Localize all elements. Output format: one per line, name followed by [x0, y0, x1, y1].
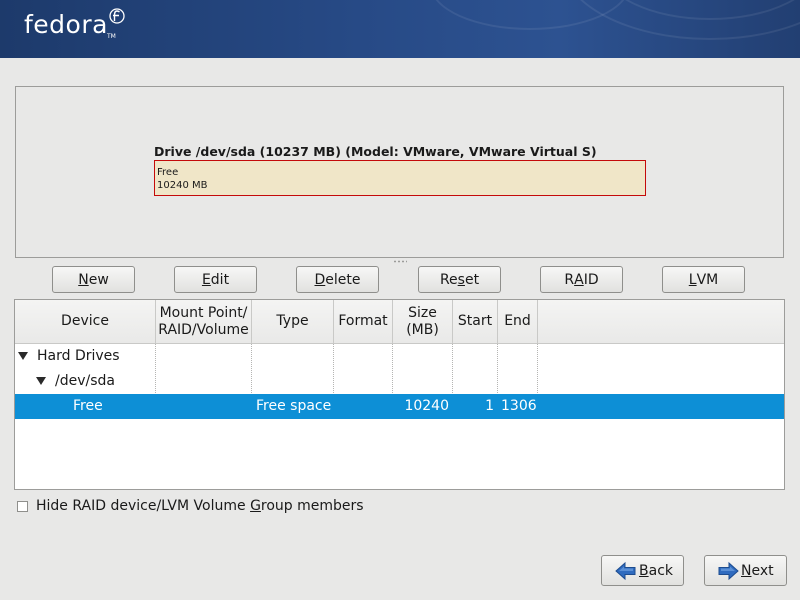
- reset-label-pre: Re: [439, 271, 458, 288]
- new-mnemonic: N: [78, 271, 89, 288]
- raid-mnemonic: A: [574, 271, 584, 288]
- lvm-button[interactable]: L VM: [662, 266, 745, 293]
- hide-label-pre: Hide RAID device/LVM Volume: [36, 498, 251, 514]
- delete-label-post: elete: [325, 271, 361, 288]
- hide-mnemonic: G: [250, 498, 261, 514]
- column-header-device[interactable]: Device: [15, 300, 156, 343]
- size-cell: 10240: [404, 398, 449, 414]
- tree-row-free-space[interactable]: Free Free space 10240 1 1306: [15, 394, 784, 419]
- fedora-infinity-icon: [109, 8, 125, 24]
- column-header-start[interactable]: Start: [453, 300, 498, 343]
- next-mnemonic: N: [741, 562, 752, 579]
- hide-label-post: roup members: [260, 498, 364, 514]
- new-label-post: ew: [88, 271, 109, 288]
- fedora-logo: fedora: [24, 10, 108, 39]
- header-size-line2: (MB): [406, 321, 439, 338]
- reset-button[interactable]: Re s et: [418, 266, 501, 293]
- edit-label-post: dit: [210, 271, 230, 288]
- tree-row-hard-drives[interactable]: Hard Drives: [15, 344, 784, 369]
- drive-title: Drive /dev/sda (10237 MB) (Model: VMware…: [154, 144, 597, 159]
- back-label: ack: [648, 562, 673, 579]
- hide-raid-lvm-option[interactable]: Hide RAID device/LVM Volume Group member…: [17, 497, 364, 515]
- header-size-line1: Size: [408, 304, 437, 321]
- left-arrow-icon: [615, 561, 636, 580]
- header-end-label: End: [504, 313, 531, 329]
- trademark: TM: [107, 33, 116, 40]
- tree-row-dev-sda[interactable]: /dev/sda: [15, 369, 784, 394]
- delete-button[interactable]: Delete: [296, 266, 379, 293]
- column-header-type[interactable]: Type: [252, 300, 334, 343]
- free-space-segment[interactable]: Free 10240 MB: [154, 160, 646, 196]
- column-header-mount-point[interactable]: Mount Point/ RAID/Volume: [156, 300, 252, 343]
- column-header-format[interactable]: Format: [334, 300, 393, 343]
- header-mount-line1: Mount Point/: [159, 304, 248, 321]
- header-mount-line2: RAID/Volume: [158, 321, 249, 338]
- pane-resize-grip[interactable]: [393, 260, 407, 263]
- expander-open-icon[interactable]: [18, 352, 28, 360]
- segment-label: Free: [157, 167, 179, 178]
- header-device-label: Device: [61, 313, 109, 329]
- right-arrow-icon: [718, 561, 739, 580]
- header-type-label: Type: [276, 313, 309, 329]
- lvm-mnemonic: L: [688, 271, 697, 288]
- device-cell: /dev/sda: [55, 373, 115, 389]
- column-header-size[interactable]: Size (MB): [393, 300, 453, 343]
- back-button[interactable]: Back: [601, 555, 684, 586]
- header-start-label: Start: [457, 313, 493, 329]
- back-mnemonic: B: [639, 562, 649, 579]
- raid-button[interactable]: R A ID: [540, 266, 623, 293]
- column-header-end[interactable]: End: [498, 300, 538, 343]
- header-banner: fedora TM: [0, 0, 800, 58]
- end-cell: 1306: [501, 398, 537, 414]
- table-header: Device Mount Point/ RAID/Volume Type For…: [15, 300, 784, 344]
- reset-label-post: et: [464, 271, 480, 288]
- start-cell: 1: [485, 398, 494, 414]
- edit-button[interactable]: Edit: [174, 266, 257, 293]
- type-cell: Free space: [256, 398, 332, 414]
- partition-table[interactable]: Device Mount Point/ RAID/Volume Type For…: [14, 299, 785, 490]
- segment-size: 10240 MB: [157, 180, 208, 191]
- reset-mnemonic: s: [457, 271, 465, 288]
- drive-map-panel: Drive /dev/sda (10237 MB) (Model: VMware…: [15, 86, 784, 258]
- lvm-label-post: VM: [696, 271, 719, 288]
- next-label: ext: [751, 562, 774, 579]
- device-cell: Free: [73, 398, 103, 414]
- next-button[interactable]: Next: [704, 555, 787, 586]
- expander-open-icon[interactable]: [36, 377, 46, 385]
- edit-mnemonic: E: [201, 271, 211, 288]
- delete-mnemonic: D: [314, 271, 326, 288]
- device-cell: Hard Drives: [37, 348, 120, 364]
- raid-label-pre: R: [564, 271, 575, 288]
- header-format-label: Format: [338, 313, 388, 329]
- new-button[interactable]: New: [52, 266, 135, 293]
- raid-label-post: ID: [583, 271, 599, 288]
- hide-raid-lvm-checkbox[interactable]: [17, 500, 28, 512]
